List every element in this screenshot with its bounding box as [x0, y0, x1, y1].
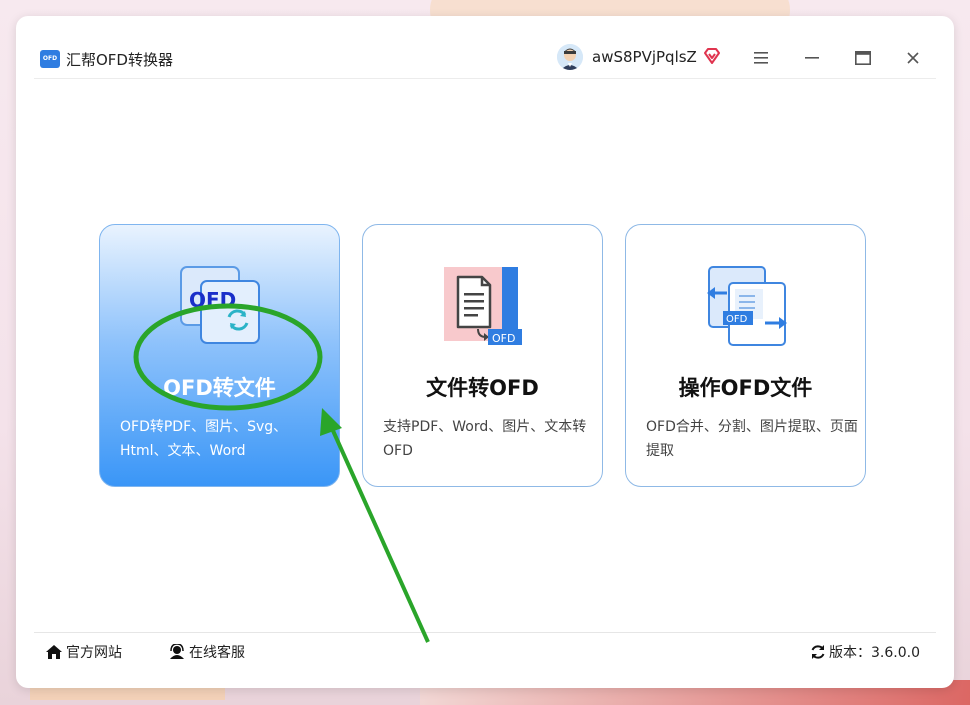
online-support-label: 在线客服	[189, 645, 245, 661]
home-icon	[46, 645, 62, 659]
card-operate-ofd[interactable]: OFD 操作OFD文件 OFD合并、分割、图片提取、页面提取	[625, 224, 866, 487]
close-icon[interactable]	[900, 45, 926, 71]
card-icon-label: OFD	[726, 314, 748, 325]
operate-ofd-icon: OFD	[705, 265, 789, 349]
card-title: 操作OFD文件	[678, 376, 813, 400]
card-title: 文件转OFD	[426, 376, 539, 400]
version-label: 版本：3.6.0.0	[829, 645, 920, 661]
official-website-label: 官方网站	[66, 645, 122, 661]
file-to-ofd-icon: OFD	[442, 265, 526, 349]
card-description: 支持PDF、Word、图片、文本转OFD	[383, 419, 587, 459]
card-title: OFD转文件	[163, 376, 276, 400]
app-window: OFD 汇帮OFD转换器 awS8PVjPqlsZ OFD OFD转文件 OFD…	[16, 16, 954, 688]
minimize-icon[interactable]	[799, 45, 825, 71]
divider	[34, 632, 936, 633]
ofd-to-file-icon: OFD	[179, 265, 263, 349]
title-bar: OFD 汇帮OFD转换器 awS8PVjPqlsZ	[16, 16, 954, 78]
card-icon-label: OFD	[492, 332, 515, 345]
card-file-to-ofd[interactable]: OFD 文件转OFD 支持PDF、Word、图片、文本转OFD	[362, 224, 603, 487]
card-description: OFD合并、分割、图片提取、页面提取	[646, 419, 858, 459]
vip-diamond-icon[interactable]	[703, 47, 721, 65]
app-logo-icon: OFD	[40, 50, 60, 68]
card-icon-label: OFD	[189, 288, 236, 312]
customer-service-icon	[170, 644, 184, 659]
username[interactable]: awS8PVjPqlsZ	[592, 48, 697, 66]
maximize-icon[interactable]	[850, 45, 876, 71]
divider	[34, 78, 936, 79]
card-ofd-to-file[interactable]: OFD OFD转文件 OFD转PDF、图片、Svg、Html、文本、Word	[99, 224, 340, 487]
version-info[interactable]: 版本：3.6.0.0	[810, 642, 920, 662]
app-title: 汇帮OFD转换器	[66, 51, 173, 69]
online-support-link[interactable]: 在线客服	[168, 642, 245, 662]
official-website-link[interactable]: 官方网站	[45, 642, 122, 662]
menu-icon[interactable]	[748, 45, 774, 71]
user-avatar[interactable]	[557, 44, 583, 70]
card-description: OFD转PDF、图片、Svg、Html、文本、Word	[120, 419, 288, 459]
refresh-icon	[811, 645, 825, 659]
